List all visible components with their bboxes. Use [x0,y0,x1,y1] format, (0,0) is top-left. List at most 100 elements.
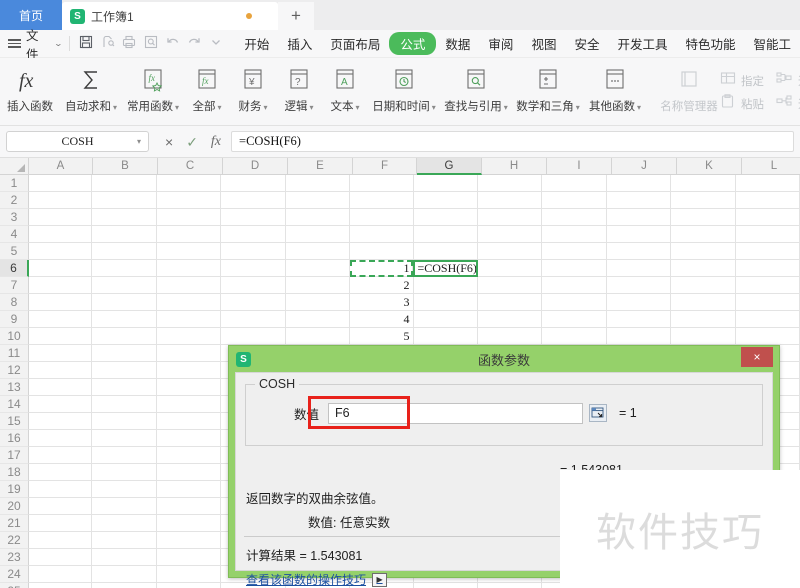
cell-L6[interactable] [735,260,800,277]
cell-G3[interactable] [413,209,478,226]
cell-C6[interactable] [156,260,222,277]
cell-J1[interactable] [606,175,672,192]
cell-I10[interactable] [542,328,607,345]
cell-A10[interactable] [29,328,93,345]
cell-G25[interactable] [414,583,478,588]
cell-B19[interactable] [92,481,157,498]
cell-A24[interactable] [29,566,93,583]
cell-C15[interactable] [156,413,222,430]
ribbon-logic[interactable]: ? 逻辑 ▾ [276,62,322,114]
row-header-25[interactable]: 25 [0,583,29,588]
cell-F7[interactable]: 2 [350,277,414,294]
cell-L4[interactable] [735,226,800,243]
cell-A13[interactable] [29,379,93,396]
cell-D6[interactable] [221,260,286,277]
row-header-19[interactable]: 19 [0,481,29,498]
ribbon-autosum[interactable]: 自动求和 ▾ [60,62,122,114]
cell-A5[interactable] [29,243,93,260]
cell-B13[interactable] [92,379,157,396]
cell-J7[interactable] [606,277,672,294]
cell-H10[interactable] [477,328,543,345]
cell-F1[interactable] [350,175,414,192]
ribbon-tab-features[interactable]: 特色功能 [676,32,744,55]
formula-input[interactable]: =COSH(F6) [231,131,794,152]
cell-H5[interactable] [477,243,543,260]
find-icon[interactable] [143,34,163,54]
cell-B17[interactable] [92,447,157,464]
cell-H4[interactable] [477,226,543,243]
cell-I8[interactable] [542,294,607,311]
cell-B20[interactable] [92,498,157,515]
ribbon-datetime[interactable]: 日期和时间 ▾ [368,62,440,114]
new-tab-button[interactable]: + [278,2,314,30]
cell-A11[interactable] [29,345,93,362]
close-icon[interactable]: × [741,347,773,367]
cell-C11[interactable] [156,345,222,362]
cell-C2[interactable] [156,192,222,209]
cell-D8[interactable] [221,294,286,311]
row-header-1[interactable]: 1 [0,175,29,192]
cell-A15[interactable] [29,413,93,430]
cell-B4[interactable] [92,226,157,243]
cell-J3[interactable] [606,209,672,226]
cell-B18[interactable] [92,464,157,481]
column-header-E[interactable]: E [288,158,353,175]
customize-caret-icon[interactable] [208,34,228,54]
row-header-17[interactable]: 17 [0,447,29,464]
cell-D1[interactable] [221,175,286,192]
cell-B25[interactable] [92,583,157,588]
cell-E10[interactable] [285,328,351,345]
column-header-A[interactable]: A [29,158,93,175]
cell-C13[interactable] [156,379,222,396]
cell-B3[interactable] [92,209,157,226]
cell-C14[interactable] [156,396,222,413]
cell-E7[interactable] [285,277,351,294]
insert-function-icon[interactable]: fx [211,134,221,150]
row-header-18[interactable]: 18 [0,464,29,481]
row-header-22[interactable]: 22 [0,532,29,549]
row-header-10[interactable]: 10 [0,328,29,345]
cell-C23[interactable] [156,549,222,566]
ribbon-tab-devtools[interactable]: 开发工具 [608,32,676,55]
tab-workbook1[interactable]: S 工作簿1 [62,2,278,30]
cell-A23[interactable] [29,549,93,566]
cell-A4[interactable] [29,226,93,243]
cell-H8[interactable] [477,294,543,311]
ribbon-common-functions[interactable]: fx 常用函数 ▾ [122,62,184,114]
cell-B16[interactable] [92,430,157,447]
cell-E6[interactable] [285,260,351,277]
cell-G8[interactable] [413,294,478,311]
cell-C12[interactable] [156,362,222,379]
row-header-2[interactable]: 2 [0,192,29,209]
column-header-J[interactable]: J [612,158,677,175]
cell-C8[interactable] [156,294,222,311]
cell-J5[interactable] [606,243,672,260]
cell-A25[interactable] [29,583,93,588]
row-header-12[interactable]: 12 [0,362,29,379]
cell-A9[interactable] [29,311,93,328]
cell-A7[interactable] [29,277,93,294]
cell-C18[interactable] [156,464,222,481]
cell-D5[interactable] [221,243,286,260]
cell-J10[interactable] [606,328,672,345]
cell-A1[interactable] [29,175,93,192]
ribbon-trace-dependents[interactable]: 追踪 [776,94,800,113]
cell-I2[interactable] [542,192,607,209]
ribbon-more-functions[interactable]: 其他函数 ▾ [584,62,646,114]
ribbon-tab-data[interactable]: 数据 [436,32,479,55]
row-header-4[interactable]: 4 [0,226,29,243]
cancel-formula-icon[interactable]: × [165,135,173,149]
cell-B1[interactable] [92,175,157,192]
cell-I4[interactable] [542,226,607,243]
cell-B8[interactable] [92,294,157,311]
cell-E9[interactable] [285,311,351,328]
row-header-20[interactable]: 20 [0,498,29,515]
ribbon-math[interactable]: 数学和三角 ▾ [512,62,584,114]
cell-H1[interactable] [477,175,543,192]
cell-F2[interactable] [350,192,414,209]
ribbon-tab-smart[interactable]: 智能工 [745,32,800,55]
ribbon-finance[interactable]: ¥ 财务 ▾ [230,62,276,114]
ribbon-trace-precedents[interactable]: 追踪 [776,71,800,90]
cell-D9[interactable] [221,311,286,328]
cell-K3[interactable] [671,209,736,226]
